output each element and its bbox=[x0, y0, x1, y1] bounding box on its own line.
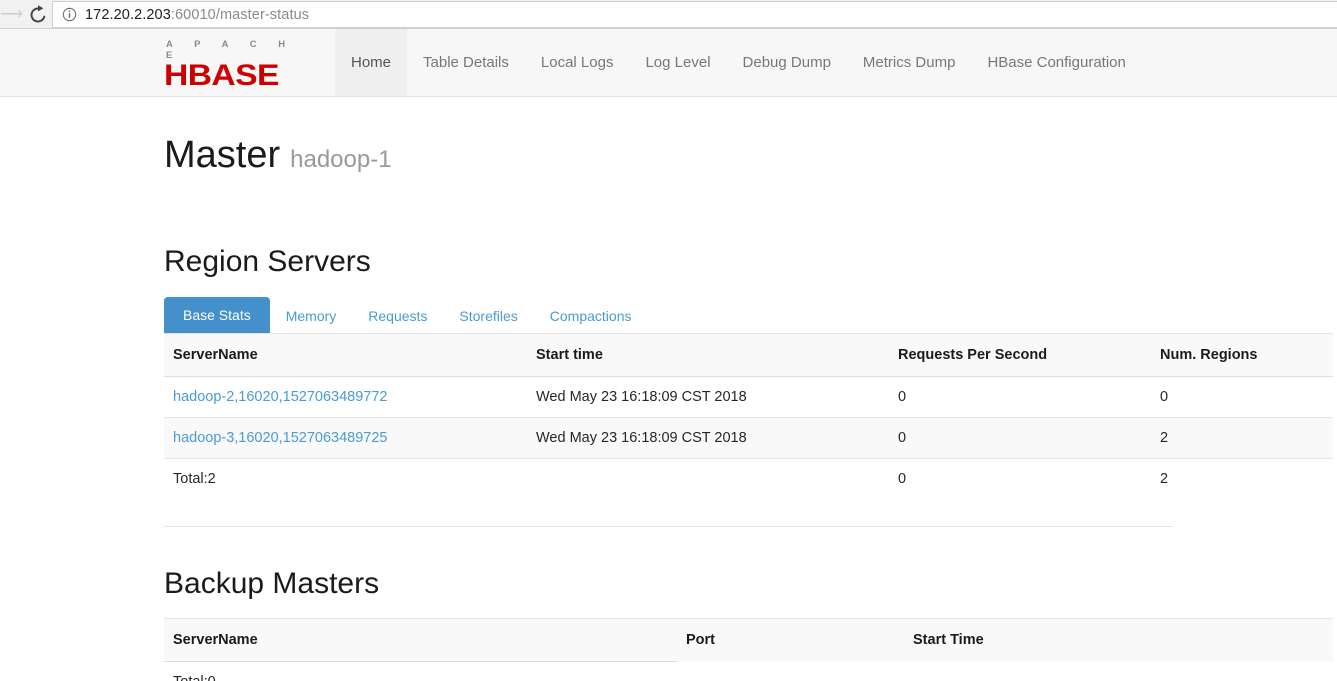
cell-total-start-time bbox=[527, 459, 889, 500]
browser-toolbar: ⟶ 172.20.2.203:60010/master-status bbox=[0, 0, 1337, 29]
cell-total-port bbox=[677, 662, 904, 681]
tab-requests[interactable]: Requests bbox=[352, 299, 443, 333]
backup-masters-heading: Backup Masters bbox=[164, 567, 380, 600]
cell-total-num-regions: 2 bbox=[1160, 471, 1169, 487]
tab-compactions[interactable]: Compactions bbox=[534, 299, 648, 333]
cell-servername: hadoop-2,16020,1527063489772 bbox=[164, 376, 527, 418]
table-total-row: Total:0 bbox=[164, 662, 1333, 681]
logo-apache-text: A P A C H E bbox=[166, 38, 295, 61]
nav-links: Home Table Details Local Logs Log Level … bbox=[335, 29, 1142, 96]
forward-arrow-icon[interactable]: ⟶ bbox=[0, 5, 23, 25]
nav-item-log-level[interactable]: Log Level bbox=[629, 29, 726, 96]
nav-item-table-details[interactable]: Table Details bbox=[407, 29, 525, 96]
page-header: Master hadoop-1 bbox=[164, 97, 1173, 182]
page-content: Master hadoop-1 Region Servers Base Stats… bbox=[0, 97, 1337, 681]
column-header-port[interactable]: Port bbox=[677, 618, 904, 662]
nav-item-home[interactable]: Home bbox=[335, 29, 408, 96]
column-header-start-time[interactable]: Start Time bbox=[904, 618, 1333, 662]
cell-requests-per-second: 0 bbox=[889, 376, 1151, 418]
tab-memory[interactable]: Memory bbox=[270, 299, 353, 333]
cell-num-regions: 2 bbox=[1151, 417, 1333, 459]
backup-masters-table: ServerName Port Start Time Total:0 bbox=[164, 618, 1333, 681]
reload-icon[interactable] bbox=[26, 3, 50, 27]
column-header-start-time[interactable]: Start time bbox=[527, 333, 889, 377]
table-total-row: Total:2 0 2 bbox=[164, 459, 1333, 500]
tab-storefiles[interactable]: Storefiles bbox=[443, 299, 533, 333]
tab-base-stats[interactable]: Base Stats bbox=[164, 297, 270, 333]
nav-item-local-logs[interactable]: Local Logs bbox=[525, 29, 630, 96]
page-title-subtitle: hadoop-1 bbox=[290, 146, 392, 173]
table-header-row: ServerName Port Start Time bbox=[164, 618, 1333, 662]
cell-servername: hadoop-3,16020,1527063489725 bbox=[164, 417, 527, 459]
nav-item-metrics-dump[interactable]: Metrics Dump bbox=[847, 29, 972, 96]
cell-requests-per-second: 0 bbox=[889, 417, 1151, 459]
region-servers-tabs: Base Stats Memory Requests Storefiles Co… bbox=[164, 297, 1173, 333]
table-row: hadoop-2,16020,1527063489772 Wed May 23 … bbox=[164, 376, 1333, 418]
column-header-servername[interactable]: ServerName bbox=[164, 333, 527, 377]
region-servers-heading: Region Servers bbox=[164, 245, 371, 278]
page-title: Master hadoop-1 bbox=[164, 133, 1173, 182]
cell-num-regions: 0 bbox=[1151, 376, 1333, 418]
nav-item-hbase-configuration[interactable]: HBase Configuration bbox=[971, 29, 1141, 96]
cell-total-label: Total:0 bbox=[164, 662, 677, 681]
table-row: hadoop-3,16020,1527063489725 Wed May 23 … bbox=[164, 417, 1333, 459]
server-link-hadoop-3[interactable]: hadoop-3,16020,1527063489725 bbox=[173, 430, 388, 446]
url-path: :60010/master-status bbox=[170, 6, 310, 23]
column-header-requests-per-second[interactable]: Requests Per Second bbox=[889, 333, 1151, 377]
cell-total-requests-per-second: 0 bbox=[898, 471, 907, 487]
url-text: 172.20.2.203:60010/master-status bbox=[85, 7, 309, 23]
info-circle-icon[interactable] bbox=[62, 7, 77, 22]
region-servers-table: ServerName Start time Requests Per Secon… bbox=[164, 333, 1333, 499]
logo-hbase-text: HBASE bbox=[164, 58, 279, 92]
table-header-row: ServerName Start time Requests Per Secon… bbox=[164, 333, 1333, 377]
cell-start-time: Wed May 23 16:18:09 CST 2018 bbox=[527, 376, 889, 418]
column-header-num-regions[interactable]: Num. Regions bbox=[1151, 333, 1333, 377]
apache-hbase-logo[interactable]: A P A C H E HBASE bbox=[164, 29, 314, 96]
url-bar[interactable]: 172.20.2.203:60010/master-status bbox=[52, 1, 1337, 28]
hbase-navbar: A P A C H E HBASE Home Table Details Loc… bbox=[0, 29, 1337, 97]
column-header-servername[interactable]: ServerName bbox=[164, 618, 677, 662]
url-host: 172.20.2.203 bbox=[85, 6, 171, 23]
page-title-main: Master bbox=[164, 134, 281, 176]
cell-start-time: Wed May 23 16:18:09 CST 2018 bbox=[527, 417, 889, 459]
nav-item-debug-dump[interactable]: Debug Dump bbox=[727, 29, 847, 96]
cell-total-label: Total:2 bbox=[173, 471, 216, 487]
cell-total-start-time bbox=[904, 662, 1333, 681]
server-link-hadoop-2[interactable]: hadoop-2,16020,1527063489772 bbox=[173, 389, 388, 405]
